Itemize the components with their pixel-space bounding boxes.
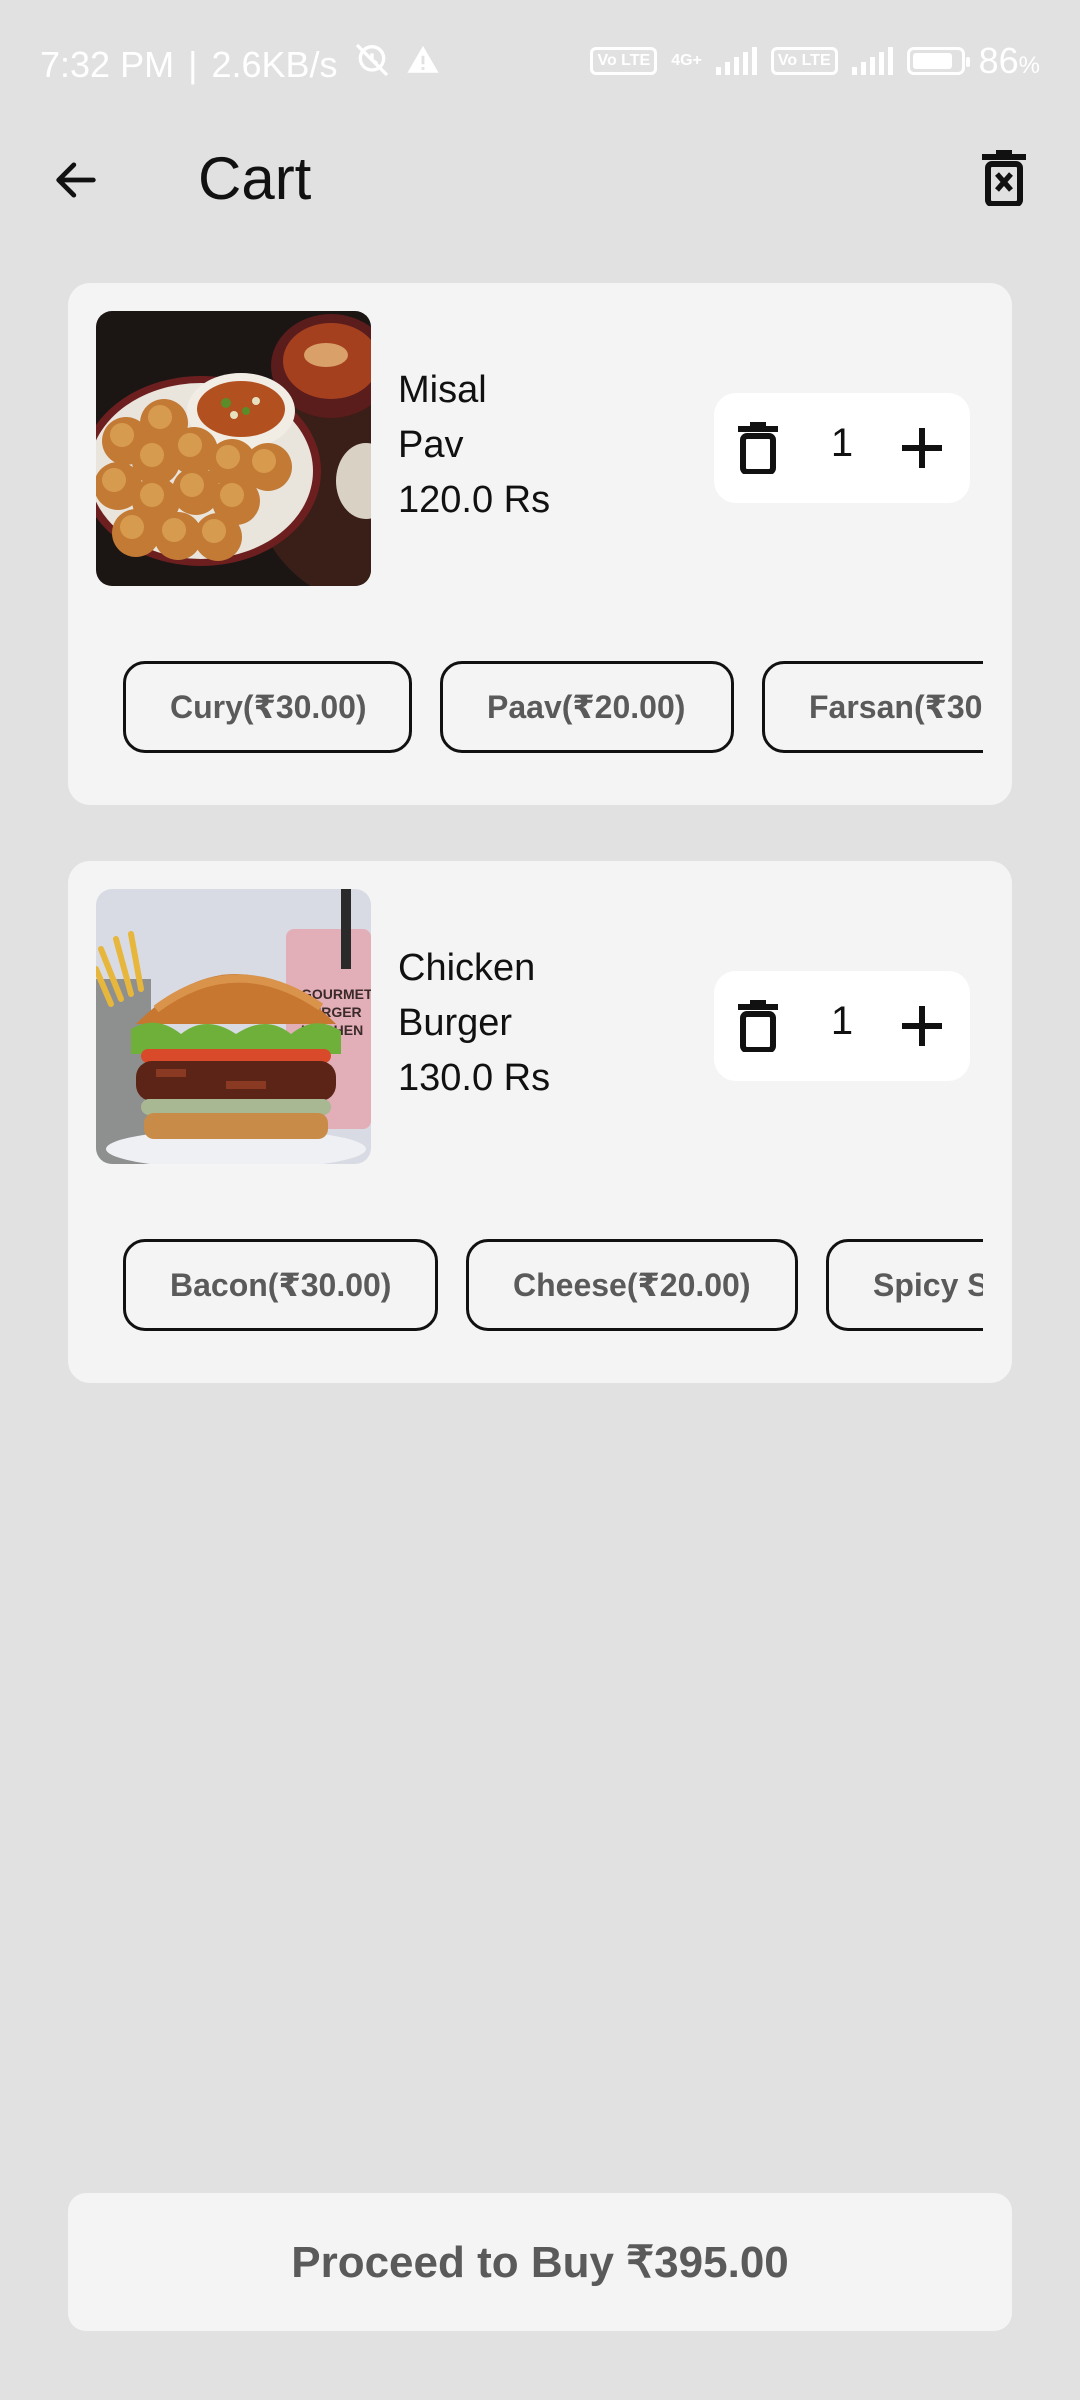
status-bar: 7:32 PM | 2.6KB/s Vo LTE 4G+ Vo LTE 86% xyxy=(0,0,1080,130)
plus-icon xyxy=(902,428,942,468)
increment-button[interactable] xyxy=(892,418,952,478)
signal-icon-2 xyxy=(851,47,893,75)
page-title: Cart xyxy=(198,145,312,212)
clear-cart-button[interactable] xyxy=(972,146,1036,210)
status-net-speed: 2.6KB/s xyxy=(211,43,338,85)
network-type: 4G+ xyxy=(671,52,702,69)
item-info: Chicken Burger 130.0 Rs xyxy=(398,941,550,1106)
back-button[interactable] xyxy=(44,148,108,212)
signal-icon xyxy=(715,47,757,75)
item-name-line1: Chicken xyxy=(398,947,536,989)
remove-item-button[interactable] xyxy=(728,418,788,478)
trash-icon xyxy=(738,1000,778,1052)
item-name-line1: Misal xyxy=(398,369,487,411)
item-price: 130.0 Rs xyxy=(398,1057,551,1099)
status-right: Vo LTE 4G+ Vo LTE 86% xyxy=(590,40,1040,82)
quantity-stepper: 1 xyxy=(714,971,970,1081)
warning-icon xyxy=(406,43,440,86)
addon-chip[interactable]: Cheese(₹20.00) xyxy=(466,1239,798,1331)
volte-badge-1: Vo LTE xyxy=(590,47,658,75)
status-time: 7:32 PM xyxy=(40,43,175,85)
addon-chip[interactable]: Paav(₹20.00) xyxy=(440,661,734,753)
alarm-off-icon xyxy=(352,40,392,89)
item-info: Misal Pav 120.0 Rs xyxy=(398,363,550,528)
battery-level: 86% xyxy=(978,40,1040,81)
addon-chip[interactable]: Spicy S xyxy=(826,1239,983,1331)
cart-item-card: Misal Pav 120.0 Rs 1 Cury(₹30.00) Paav(₹… xyxy=(68,283,1012,805)
quantity-value: 1 xyxy=(830,421,854,465)
addon-list: Bacon(₹30.00) Cheese(₹20.00) Spicy S xyxy=(123,1239,983,1339)
increment-button[interactable] xyxy=(892,996,952,1056)
status-left: 7:32 PM | 2.6KB/s xyxy=(40,40,440,89)
trash-x-icon xyxy=(982,150,1026,206)
status-separator: | xyxy=(188,43,198,85)
item-price: 120.0 Rs xyxy=(398,479,551,521)
item-name-line2: Burger xyxy=(398,1002,513,1044)
addon-chip[interactable]: Farsan(₹30. xyxy=(762,661,983,753)
item-image-chicken-burger: GOURMET BURGER KITCHEN xyxy=(96,889,371,1164)
volte-badge-2: Vo LTE xyxy=(770,47,838,75)
addon-chip[interactable]: Bacon(₹30.00) xyxy=(123,1239,438,1331)
item-name-line2: Pav xyxy=(398,424,464,466)
item-image-misal-pav xyxy=(96,311,371,586)
proceed-to-buy-button[interactable]: Proceed to Buy ₹395.00 xyxy=(68,2193,1012,2331)
battery-icon xyxy=(906,47,970,75)
remove-item-button[interactable] xyxy=(728,996,788,1056)
cart-item-card: GOURMET BURGER KITCHEN Chicken Burger 13… xyxy=(68,861,1012,1383)
addon-chip[interactable]: Cury(₹30.00) xyxy=(123,661,412,753)
quantity-value: 1 xyxy=(830,999,854,1043)
plus-icon xyxy=(902,1006,942,1046)
app-bar: Cart xyxy=(0,130,1080,230)
quantity-stepper: 1 xyxy=(714,393,970,503)
addon-list: Cury(₹30.00) Paav(₹20.00) Farsan(₹30. xyxy=(123,661,983,761)
trash-icon xyxy=(738,422,778,474)
arrow-left-icon xyxy=(56,162,96,198)
